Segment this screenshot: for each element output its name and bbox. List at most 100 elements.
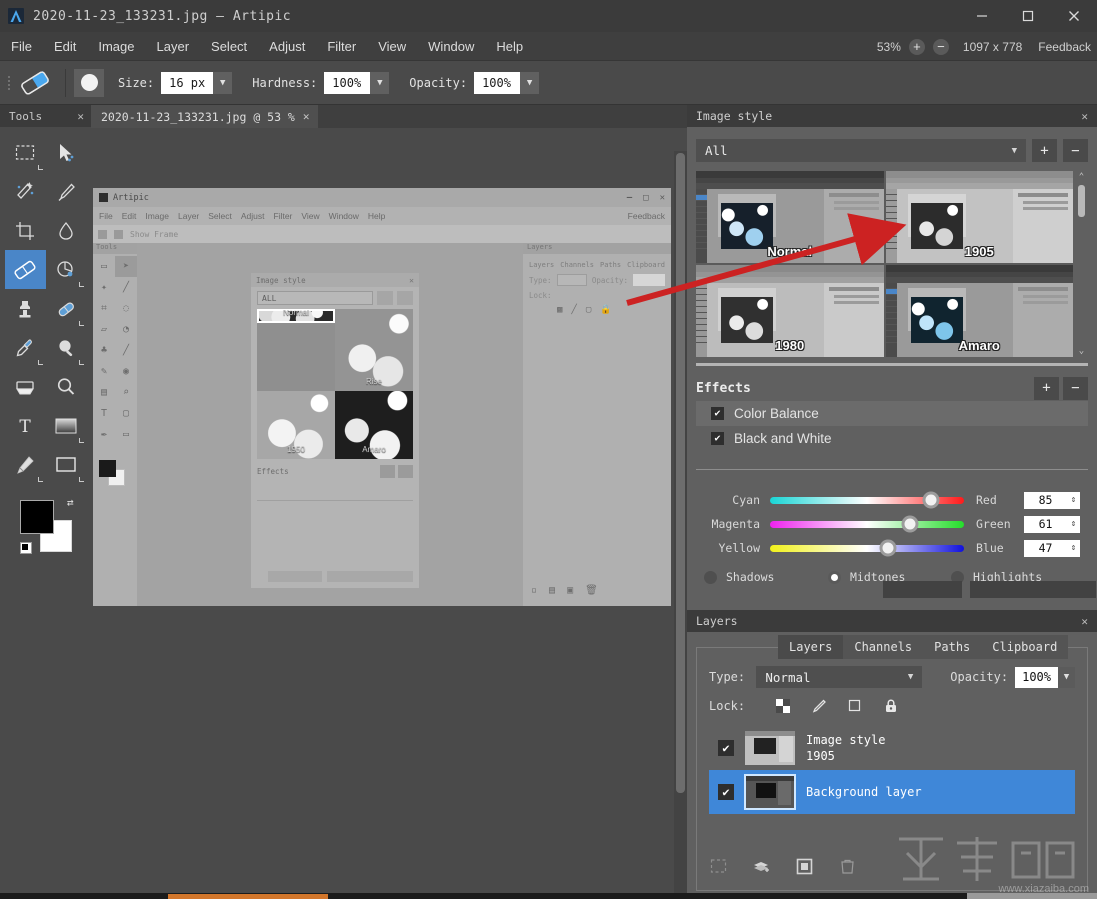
- canvas-vertical-scrollbar[interactable]: [674, 151, 687, 899]
- minimize-button[interactable]: [959, 0, 1005, 32]
- scroll-down-icon[interactable]: ⌄: [1075, 345, 1088, 357]
- tab-paths[interactable]: Paths: [923, 635, 982, 659]
- yellow-blue-slider[interactable]: [770, 539, 964, 557]
- chevron-down-icon[interactable]: ▼: [1058, 666, 1075, 688]
- save-style-button[interactable]: [883, 581, 962, 598]
- lock-all-icon[interactable]: [882, 697, 899, 714]
- style-thumb-normal[interactable]: Normal: [696, 171, 884, 263]
- sidebar-tool-text[interactable]: T: [5, 406, 46, 445]
- lock-position-icon[interactable]: [846, 697, 863, 714]
- brush-preview-swatch[interactable]: [74, 68, 104, 97]
- hardness-combo[interactable]: 100% ▼: [324, 71, 390, 94]
- chevron-down-icon[interactable]: ▼: [908, 672, 913, 682]
- spinner-arrows-icon[interactable]: ⇕: [1067, 519, 1080, 529]
- sidebar-tool-zoom[interactable]: [46, 367, 87, 406]
- slider-knob[interactable]: [901, 515, 919, 533]
- effect-item-color-balance[interactable]: ✔ Color Balance: [696, 401, 1088, 426]
- sidebar-tool-clone-stamp[interactable]: [5, 289, 46, 328]
- zoom-out-button[interactable]: −: [932, 38, 949, 55]
- effect-item-black-and-white[interactable]: ✔ Black and White: [696, 426, 1088, 451]
- sidebar-tool-eyedropper[interactable]: [5, 328, 46, 367]
- sidebar-tool-magic-wand[interactable]: [5, 172, 46, 211]
- scrollbar-thumb[interactable]: [1078, 185, 1085, 217]
- sidebar-tool-eraser[interactable]: [4, 250, 46, 289]
- spinner-arrows-icon[interactable]: ⇕: [1067, 495, 1080, 505]
- checkbox-icon[interactable]: ✔: [711, 432, 724, 445]
- style-thumb-1905[interactable]: 1905: [885, 171, 1073, 263]
- tab-layers[interactable]: Layers: [778, 635, 844, 659]
- tab-channels[interactable]: Channels: [843, 635, 924, 659]
- sidebar-tool-paint-bucket[interactable]: [5, 367, 46, 406]
- spinner-arrows-icon[interactable]: ⇕: [1067, 543, 1080, 553]
- new-layer-icon[interactable]: [752, 857, 771, 876]
- foreground-color-swatch[interactable]: [19, 500, 54, 534]
- sidebar-tool-gradient[interactable]: [46, 406, 87, 445]
- remove-style-button[interactable]: −: [1063, 139, 1088, 162]
- duplicate-layer-icon[interactable]: [795, 857, 814, 876]
- canvas-viewport[interactable]: Artipic — □ ✕ File Edit Image Layer Select…: [91, 128, 687, 899]
- sidebar-tool-crop[interactable]: [5, 211, 46, 250]
- delete-layer-icon[interactable]: [838, 857, 857, 876]
- options-bar-grip[interactable]: [4, 68, 13, 98]
- size-combo[interactable]: 16 px ▼: [161, 71, 233, 94]
- select-layer-icon[interactable]: [709, 857, 728, 876]
- swap-colors-icon[interactable]: ⇄: [67, 496, 74, 509]
- lock-paint-icon[interactable]: [810, 697, 827, 714]
- slider-knob[interactable]: [879, 539, 897, 557]
- sidebar-tool-move[interactable]: [46, 133, 87, 172]
- chevron-down-icon[interactable]: ▼: [1012, 146, 1017, 156]
- document-tab[interactable]: 2020-11-23_133231.jpg @ 53 % ✕: [91, 105, 318, 128]
- zoom-in-button[interactable]: +: [908, 38, 925, 55]
- cyan-red-slider[interactable]: [770, 491, 964, 509]
- sidebar-tool-brush[interactable]: [46, 172, 87, 211]
- close-icon[interactable]: ✕: [303, 110, 310, 123]
- sidebar-tool-red-eye[interactable]: [46, 250, 87, 289]
- add-style-button[interactable]: +: [1032, 139, 1057, 162]
- menu-edit[interactable]: Edit: [43, 35, 87, 58]
- slider-knob[interactable]: [922, 491, 940, 509]
- add-effect-button[interactable]: +: [1034, 376, 1059, 400]
- layer-visibility-checkbox[interactable]: ✔: [718, 740, 734, 756]
- blue-value-spinner[interactable]: 47 ⇕: [1024, 539, 1080, 557]
- menu-image[interactable]: Image: [87, 35, 145, 58]
- sidebar-tool-shape[interactable]: [46, 445, 87, 484]
- close-icon[interactable]: ✕: [1081, 110, 1088, 123]
- color-swatches[interactable]: ⇄: [19, 496, 74, 554]
- feedback-link[interactable]: Feedback: [1038, 40, 1091, 54]
- layer-opacity-value[interactable]: 100%: [1015, 666, 1058, 688]
- menu-layer[interactable]: Layer: [146, 35, 201, 58]
- menu-file[interactable]: File: [0, 35, 43, 58]
- close-icon[interactable]: ✕: [1081, 615, 1088, 628]
- menu-adjust[interactable]: Adjust: [258, 35, 316, 58]
- opacity-combo[interactable]: 100% ▼: [474, 71, 540, 94]
- hardness-value[interactable]: 100%: [324, 71, 371, 94]
- menu-view[interactable]: View: [367, 35, 417, 58]
- red-value[interactable]: 85: [1024, 493, 1067, 507]
- size-value[interactable]: 16 px: [161, 71, 214, 94]
- maximize-button[interactable]: [1005, 0, 1051, 32]
- canvas-image[interactable]: Artipic — □ ✕ File Edit Image Layer Select…: [93, 188, 671, 606]
- magenta-green-slider[interactable]: [770, 515, 964, 533]
- menu-select[interactable]: Select: [200, 35, 258, 58]
- sidebar-tool-pen[interactable]: [5, 445, 46, 484]
- remove-effect-button[interactable]: −: [1063, 376, 1088, 400]
- layer-opacity-combo[interactable]: 100% ▼: [1015, 666, 1075, 688]
- sidebar-tool-rectangular-marquee[interactable]: [5, 133, 46, 172]
- style-grid-hscrollbar[interactable]: [696, 363, 1088, 366]
- checkbox-icon[interactable]: ✔: [711, 407, 724, 420]
- sidebar-tool-healing-brush[interactable]: [46, 289, 87, 328]
- layer-row-background[interactable]: ✔ Background layer: [709, 770, 1075, 814]
- reset-colors-icon[interactable]: [19, 542, 32, 554]
- menu-window[interactable]: Window: [417, 35, 485, 58]
- scroll-up-icon[interactable]: ⌃: [1075, 171, 1088, 183]
- red-value-spinner[interactable]: 85 ⇕: [1024, 491, 1080, 509]
- blue-value[interactable]: 47: [1024, 541, 1067, 555]
- sidebar-tool-blur-drop[interactable]: [46, 211, 87, 250]
- layer-row-image-style[interactable]: ✔ Image style 1905: [709, 726, 1075, 770]
- green-value-spinner[interactable]: 61 ⇕: [1024, 515, 1080, 533]
- style-thumb-amaro[interactable]: Amaro: [885, 265, 1073, 357]
- style-grid-scrollbar[interactable]: ⌃ ⌄: [1075, 171, 1088, 357]
- layer-visibility-checkbox[interactable]: ✔: [718, 784, 734, 800]
- menu-filter[interactable]: Filter: [316, 35, 367, 58]
- tab-clipboard[interactable]: Clipboard: [981, 635, 1069, 659]
